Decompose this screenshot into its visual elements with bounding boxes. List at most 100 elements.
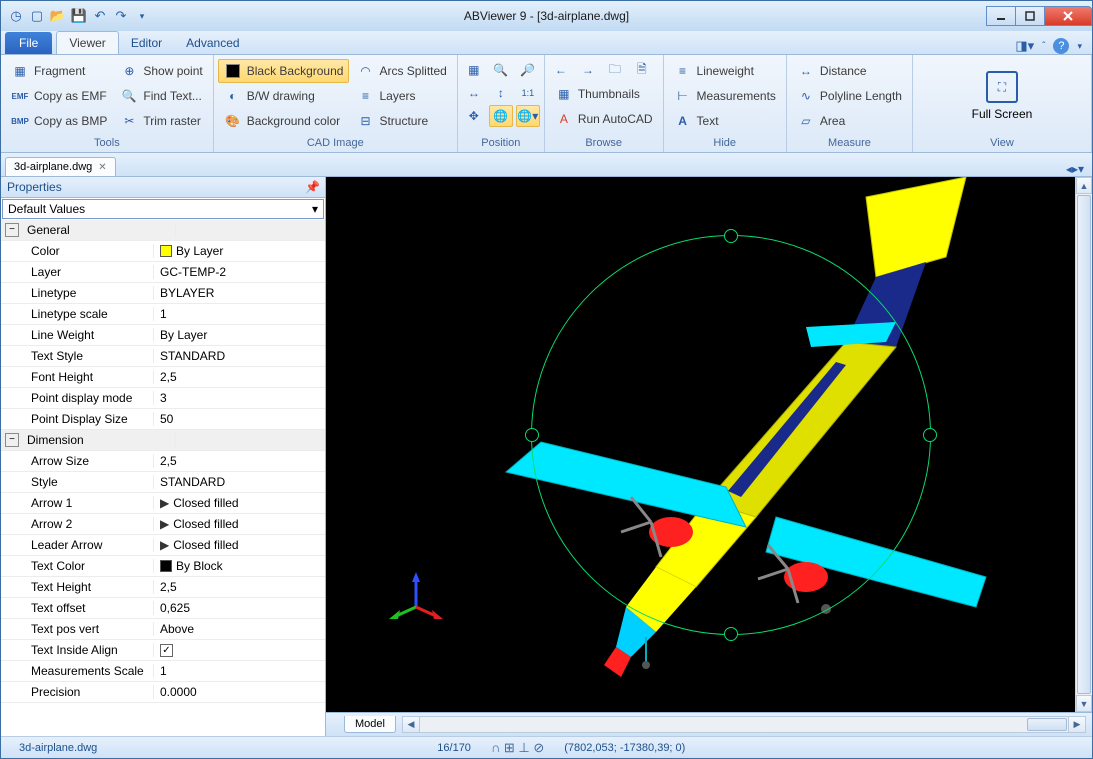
copy-emf-button[interactable]: EMFCopy as EMF bbox=[5, 84, 113, 108]
collapse-toggle[interactable]: − bbox=[5, 223, 19, 237]
property-row[interactable]: StyleSTANDARD bbox=[1, 472, 325, 493]
thumbnails-button[interactable]: ▦Thumbnails bbox=[549, 82, 659, 106]
property-row[interactable]: Text pos vertAbove bbox=[1, 619, 325, 640]
property-row[interactable]: Measurements Scale1 bbox=[1, 661, 325, 682]
text-button[interactable]: AText bbox=[668, 109, 782, 133]
zoom-out-button[interactable]: 🔎 bbox=[516, 59, 540, 81]
scroll-left-button[interactable]: ◀ bbox=[403, 717, 420, 732]
help-icon[interactable]: ? bbox=[1053, 38, 1069, 54]
close-button[interactable] bbox=[1044, 6, 1092, 26]
property-row[interactable]: Arrow Size2,5 bbox=[1, 451, 325, 472]
property-row[interactable]: Arrow 1▶Closed filled bbox=[1, 493, 325, 514]
property-row[interactable]: Text Inside Align✓ bbox=[1, 640, 325, 661]
property-row[interactable]: LinetypeBYLAYER bbox=[1, 283, 325, 304]
qat-open-icon[interactable]: 📂 bbox=[49, 7, 67, 25]
black-background-button[interactable]: Black Background bbox=[218, 59, 350, 83]
zoom-1-1-button[interactable]: 1:1 bbox=[516, 82, 540, 104]
vscroll-thumb[interactable] bbox=[1077, 195, 1091, 694]
property-row[interactable]: ColorBy Layer bbox=[1, 241, 325, 262]
property-row[interactable]: Font Height2,5 bbox=[1, 367, 325, 388]
orbit-button[interactable]: 🌐 bbox=[489, 105, 513, 127]
qat-new-icon[interactable]: ▢ bbox=[28, 7, 46, 25]
properties-grid: −GeneralColorBy LayerLayerGC-TEMP-2Linet… bbox=[1, 220, 325, 736]
tabs-scroll-button[interactable]: ◂▸▾ bbox=[1066, 162, 1088, 176]
qat-undo-icon[interactable]: ↶ bbox=[91, 7, 109, 25]
nav-prev-button[interactable]: ← bbox=[549, 59, 573, 81]
nav-folder-button[interactable]: 🗀 bbox=[603, 59, 627, 81]
layers-button[interactable]: ≡Layers bbox=[350, 84, 452, 108]
property-row[interactable]: Text Height2,5 bbox=[1, 577, 325, 598]
fit-height-button[interactable]: ↕ bbox=[489, 82, 513, 104]
close-tab-icon[interactable]: ✕ bbox=[98, 162, 106, 173]
orbit-handle-e[interactable] bbox=[923, 428, 937, 442]
nav-next-button[interactable]: → bbox=[576, 59, 600, 81]
model-tab[interactable]: Model bbox=[344, 716, 396, 733]
fit-width-button[interactable]: ↔ bbox=[462, 82, 486, 104]
polyline-button[interactable]: ∿Polyline Length bbox=[791, 84, 908, 108]
tab-advanced[interactable]: Advanced bbox=[174, 32, 251, 54]
horizontal-scrollbar[interactable]: ◀ ▶ bbox=[402, 716, 1086, 733]
qat-save-icon[interactable]: 💾 bbox=[70, 7, 88, 25]
hscroll-thumb[interactable] bbox=[1027, 718, 1067, 731]
orbit-handle-n[interactable] bbox=[724, 229, 738, 243]
viewport-3d[interactable] bbox=[326, 177, 1075, 712]
property-row[interactable]: Text ColorBy Block bbox=[1, 556, 325, 577]
tab-file[interactable]: File bbox=[5, 32, 52, 54]
scroll-right-button[interactable]: ▶ bbox=[1068, 717, 1085, 732]
property-row[interactable]: LayerGC-TEMP-2 bbox=[1, 262, 325, 283]
collapse-toggle[interactable]: − bbox=[5, 433, 19, 447]
zoom-in-button[interactable]: 🔍 bbox=[489, 59, 513, 81]
chevron-up-icon[interactable]: ˆ bbox=[1042, 41, 1045, 52]
help-dropdown-icon[interactable]: ▾ bbox=[1077, 41, 1082, 52]
property-row[interactable]: Line WeightBy Layer bbox=[1, 325, 325, 346]
pan-button[interactable]: ✥ bbox=[462, 105, 486, 127]
lineweight-button[interactable]: ≡Lineweight bbox=[668, 59, 782, 83]
property-row[interactable]: Text StyleSTANDARD bbox=[1, 346, 325, 367]
tab-editor[interactable]: Editor bbox=[119, 32, 174, 54]
property-row[interactable]: Arrow 2▶Closed filled bbox=[1, 514, 325, 535]
pos-btn-1[interactable]: ▦ bbox=[462, 59, 486, 81]
area-button[interactable]: ▱Area bbox=[791, 109, 908, 133]
menubar: File Viewer Editor Advanced ◨▾ ˆ ? ▾ bbox=[1, 31, 1092, 55]
properties-filter-combo[interactable]: Default Values ▾ bbox=[2, 199, 324, 219]
bw-drawing-button[interactable]: ◐B/W drawing bbox=[218, 84, 350, 108]
style-icon[interactable]: ◨▾ bbox=[1015, 38, 1034, 54]
property-row[interactable]: Point display mode3 bbox=[1, 388, 325, 409]
orbit-handle-s[interactable] bbox=[724, 627, 738, 641]
scroll-up-button[interactable]: ▲ bbox=[1076, 177, 1092, 194]
tab-viewer[interactable]: Viewer bbox=[56, 31, 118, 54]
trim-raster-button[interactable]: ✂Trim raster bbox=[114, 109, 208, 133]
nav-recent-button[interactable]: 🗎 bbox=[630, 59, 654, 81]
distance-button[interactable]: ↔Distance bbox=[791, 59, 908, 83]
run-autocad-button[interactable]: ARun AutoCAD bbox=[549, 107, 659, 131]
fragment-button[interactable]: ▦Fragment bbox=[5, 59, 113, 83]
structure-button[interactable]: ⊟Structure bbox=[350, 109, 452, 133]
minimize-button[interactable] bbox=[986, 6, 1016, 26]
qat-dropdown-icon[interactable]: ▾ bbox=[133, 7, 151, 25]
maximize-button[interactable] bbox=[1015, 6, 1045, 26]
show-point-button[interactable]: ⊕Show point bbox=[114, 59, 208, 83]
qat-redo-icon[interactable]: ↷ bbox=[112, 7, 130, 25]
orbit-handle-w[interactable] bbox=[525, 428, 539, 442]
pin-icon[interactable]: 📌 bbox=[305, 180, 319, 194]
full-screen-button[interactable]: ⛶ Full Screen bbox=[966, 66, 1038, 126]
bg-color-button[interactable]: 🎨Background color bbox=[218, 109, 350, 133]
copy-bmp-button[interactable]: BMPCopy as BMP bbox=[5, 109, 113, 133]
measurements-button[interactable]: ⊢Measurements bbox=[668, 84, 782, 108]
property-row[interactable]: Point Display Size50 bbox=[1, 409, 325, 430]
arcs-splitted-button[interactable]: ◠Arcs Splitted bbox=[350, 59, 452, 83]
property-row[interactable]: Leader Arrow▶Closed filled bbox=[1, 535, 325, 556]
vertical-scrollbar[interactable]: ▲ ▼ bbox=[1075, 177, 1092, 712]
titlebar: ◷ ▢ 📂 💾 ↶ ↷ ▾ ABViewer 9 - [3d-airplane.… bbox=[1, 1, 1092, 31]
orbit-ring[interactable] bbox=[531, 235, 931, 635]
orbit-dropdown-button[interactable]: 🌐▾ bbox=[516, 105, 540, 127]
status-snap-icons[interactable]: ∩ ⊞ ⊥ ⊘ bbox=[481, 740, 554, 756]
scroll-down-button[interactable]: ▼ bbox=[1076, 695, 1092, 712]
document-tab[interactable]: 3d-airplane.dwg ✕ bbox=[5, 157, 116, 176]
property-row[interactable]: Linetype scale1 bbox=[1, 304, 325, 325]
group-cad-title: CAD Image bbox=[216, 135, 455, 152]
property-row[interactable]: Text offset0,625 bbox=[1, 598, 325, 619]
find-text-button[interactable]: 🔍Find Text... bbox=[114, 84, 208, 108]
property-row[interactable]: Precision0.0000 bbox=[1, 682, 325, 703]
ribbon: ▦Fragment EMFCopy as EMF BMPCopy as BMP … bbox=[1, 55, 1092, 153]
